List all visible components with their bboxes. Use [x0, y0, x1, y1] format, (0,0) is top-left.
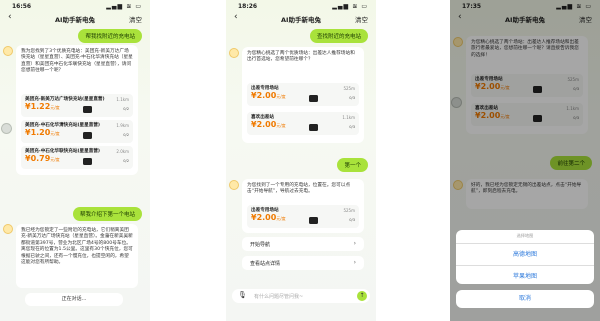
station-price: ¥1.22元/度 [25, 102, 60, 111]
map-picker-sheet: 选择地图 高德地图 苹果地图 [456, 230, 594, 284]
amap-option[interactable]: 高德地图 [456, 243, 594, 265]
signal-wifi-battery-icon: ▂▄▆ ≋ ▭ [332, 3, 368, 10]
page-title: AI助手新电兔 [281, 16, 321, 24]
station-card[interactable]: 喜欢出差站 1.1km ¥2.00元/度 0/3 [247, 112, 359, 135]
status-time: 18:26 [238, 3, 258, 10]
send-icon[interactable]: ↑ [357, 291, 367, 301]
user-message: 查找附近的充电站 [309, 29, 368, 43]
nav-bar: ‹ AI助手新电兔 清空 [0, 12, 150, 28]
charger-type-icon [309, 217, 318, 224]
status-bar: 18:26 ▂▄▆ ≋ ▭ [226, 3, 376, 13]
clear-button[interactable]: 清空 [355, 14, 368, 24]
chat-input-placeholder[interactable]: 有什么问题尽管问我~ [254, 293, 303, 300]
charger-type-icon [83, 132, 92, 139]
charger-type-icon [83, 106, 92, 113]
station-count: 0/3 [349, 125, 355, 129]
chat-screen-2: 18:26 ▂▄▆ ≋ ▭ ‹ AI助手新电兔 清空 查找附近的充电站 为您精心… [226, 0, 376, 321]
station-card[interactable]: 出差专用场站 525m ¥2.00元/度 0/3 [247, 83, 359, 106]
station-card[interactable]: 美团充-中石化华清快充站(星星直营) 1.9km ¥1.20元/度 0/2 [21, 120, 133, 143]
station-distance: 1.1km [342, 115, 355, 120]
user-message: 帮我介绍下第一个电站 [72, 207, 142, 221]
ai-message-text: 我已经为您锁定了一些附近的充电站，它们稍离美团充-新美万达广场快充站（星星直营）… [21, 228, 133, 266]
chat-input-bar[interactable]: 🎙 有什么问题尽管问我~ ↑ [232, 289, 370, 303]
bot-avatar [229, 48, 239, 58]
bot-avatar [229, 180, 239, 190]
station-price: ¥2.00元/度 [251, 91, 286, 100]
microphone-icon[interactable]: 🎙 [238, 291, 247, 299]
station-distance: 1.9km [116, 123, 129, 128]
ai-message: 为您精心挑选了两个优质场站：出差达人推荐场站和出行首选站，您希望前往哪个？ 出差… [242, 47, 364, 143]
ai-message: 为您找到了一个专用的充电站，位置在。您可以点击“开始导航”，导航过去充电。 出差… [242, 179, 364, 233]
charger-type-icon [309, 95, 318, 102]
cancel-button[interactable]: 取消 [456, 290, 594, 308]
action-label: 查看站点详情 [250, 261, 281, 267]
start-navigation-button[interactable]: 开始导航 › [242, 237, 364, 251]
user-message: 帮我找附近的充电站 [78, 29, 142, 43]
station-card[interactable]: 美团充-新美万达广场快充站(星星直营) 1.1km ¥1.22元/度 0/2 [21, 94, 133, 117]
station-price: ¥2.00元/度 [251, 120, 286, 129]
user-message: 第一个 [337, 158, 368, 172]
station-card[interactable]: 出差专用场站 525m ¥2.00元/度 0/3 [247, 205, 359, 228]
station-distance: 525m [343, 208, 355, 213]
station-price: ¥0.79元/度 [25, 154, 60, 163]
clear-button[interactable]: 清空 [129, 14, 142, 24]
station-count: 0/2 [123, 159, 129, 163]
action-label: 开始导航 [250, 242, 271, 248]
bot-avatar [3, 224, 13, 234]
station-details-button[interactable]: 查看站点详情 › [242, 256, 364, 270]
chevron-right-icon: › [353, 259, 356, 266]
station-card[interactable]: 美团充-中石化华联快充站(星星直营) 2.0km ¥0.79元/度 0/2 [21, 146, 133, 169]
signal-wifi-battery-icon: ▂▄▆ ≋ ▭ [106, 3, 142, 10]
station-distance: 2.0km [116, 149, 129, 154]
charger-type-icon [309, 124, 318, 131]
typing-indicator: 正在对话... [25, 293, 123, 306]
charger-type-icon [83, 158, 92, 165]
station-count: 0/3 [349, 96, 355, 100]
floating-button[interactable] [1, 123, 12, 134]
ai-message-text: 为您精心挑选了两个优质场站：出差达人推荐场站和出行首选站，您希望前往哪个？ [247, 51, 355, 63]
chat-screen-1: 16:56 ▂▄▆ ≋ ▭ ‹ AI助手新电兔 清空 帮我找附近的充电站 我为您… [0, 0, 150, 321]
station-count: 0/3 [349, 218, 355, 222]
station-price: ¥2.00元/度 [251, 213, 286, 222]
station-count: 0/2 [123, 133, 129, 137]
station-distance: 525m [343, 86, 355, 91]
chat-screen-3: 17:35 ▂▄▆ ≋ ▭ ‹ AI助手新电兔 清空 为您精心挑选了两个场站：出… [450, 0, 600, 321]
ai-message-text: 为您找到了一个专用的充电站，位置在。您可以点击“开始导航”，导航过去充电。 [247, 183, 351, 195]
bot-avatar [3, 46, 13, 56]
station-distance: 1.1km [116, 97, 129, 102]
ai-message-text: 我为您找到了3个优质充电站：美团充-新美万达广场快充站（星星直营）、美团充-中石… [21, 49, 133, 74]
nav-bar: ‹ AI助手新电兔 清空 [226, 12, 376, 28]
station-count: 0/2 [123, 107, 129, 111]
station-price: ¥1.20元/度 [25, 128, 60, 137]
ai-message: 我为您找到了3个优质充电站：美团充-新美万达广场快充站（星星直营）、美团充-中石… [16, 45, 138, 175]
status-bar: 16:56 ▂▄▆ ≋ ▭ [0, 3, 150, 13]
page-title: AI助手新电兔 [55, 16, 95, 24]
status-time: 16:56 [12, 3, 32, 10]
chevron-right-icon: › [353, 240, 356, 247]
apple-maps-option[interactable]: 苹果地图 [456, 265, 594, 287]
ai-message: 我已经为您锁定了一些附近的充电站，它们稍离美团充-新美万达广场快充站（星星直营）… [16, 224, 138, 288]
sheet-title: 选择地图 [516, 233, 534, 238]
